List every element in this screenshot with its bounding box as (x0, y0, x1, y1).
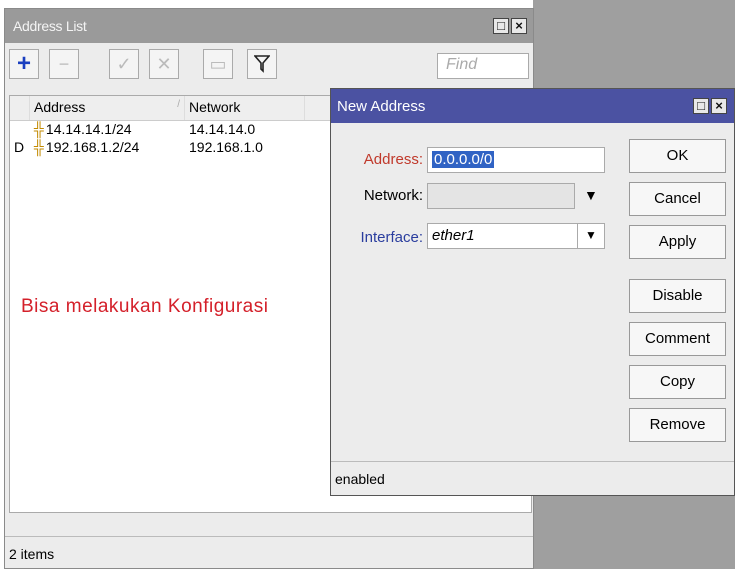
row-network: 14.14.14.0 (189, 121, 256, 137)
apply-button[interactable]: Apply (629, 225, 726, 259)
comment-button[interactable]: Comment (629, 322, 726, 356)
close-icon[interactable]: × (711, 98, 727, 114)
network-field[interactable] (427, 183, 575, 209)
row-flag: D (14, 139, 25, 155)
filter-icon[interactable] (247, 49, 277, 79)
ip-address-icon: ╬ (34, 139, 44, 155)
network-label: Network: (363, 187, 423, 204)
dropdown-arrow-icon[interactable]: ▼ (584, 187, 598, 203)
ip-address-icon: ╬ (34, 121, 44, 137)
row-network: 192.168.1.0 (189, 139, 263, 155)
dialog-status: enabled (331, 461, 734, 495)
interface-select[interactable]: ether1 ▼ (427, 223, 605, 249)
dialog-title: New Address (337, 98, 426, 115)
maximize-icon[interactable]: □ (493, 18, 509, 34)
find-input[interactable]: Find (437, 53, 529, 79)
column-flag[interactable] (10, 96, 30, 120)
interface-label: Interface: (360, 229, 423, 246)
cancel-button[interactable]: Cancel (629, 182, 726, 216)
copy-button[interactable]: Copy (629, 365, 726, 399)
address-field[interactable]: 0.0.0.0/0 (427, 147, 605, 173)
comment-icon[interactable]: ▭ (203, 49, 233, 79)
dropdown-arrow-icon: ▼ (577, 224, 604, 248)
row-address: ╬ 192.168.1.2/24 (34, 139, 140, 155)
annotation-text: Bisa melakukan Konfigurasi (21, 296, 269, 317)
column-address[interactable]: Address / (30, 96, 185, 120)
plus-icon[interactable]: + (9, 49, 39, 79)
address-list-title: Address List (13, 18, 87, 34)
minus-icon[interactable]: − (49, 49, 79, 79)
new-address-dialog: New Address □ × Address: 0.0.0.0/0 Netwo… (330, 88, 735, 496)
disable-button[interactable]: Disable (629, 279, 726, 313)
row-address: ╬ 14.14.14.1/24 (34, 121, 132, 137)
row-flag (10, 121, 30, 139)
column-network[interactable]: Network (185, 96, 305, 120)
address-list-status: 2 items (5, 536, 533, 568)
address-list-titlebar[interactable]: Address List □ × (5, 9, 533, 43)
remove-button[interactable]: Remove (629, 408, 726, 442)
cross-icon[interactable]: ✕ (149, 49, 179, 79)
ok-button[interactable]: OK (629, 139, 726, 173)
maximize-icon[interactable]: □ (693, 98, 709, 114)
dialog-titlebar[interactable]: New Address □ × (331, 89, 734, 123)
check-icon[interactable]: ✓ (109, 49, 139, 79)
toolbar: + − ✓ ✕ ▭ Find (5, 43, 533, 87)
address-label: Address: (363, 151, 423, 168)
close-icon[interactable]: × (511, 18, 527, 34)
